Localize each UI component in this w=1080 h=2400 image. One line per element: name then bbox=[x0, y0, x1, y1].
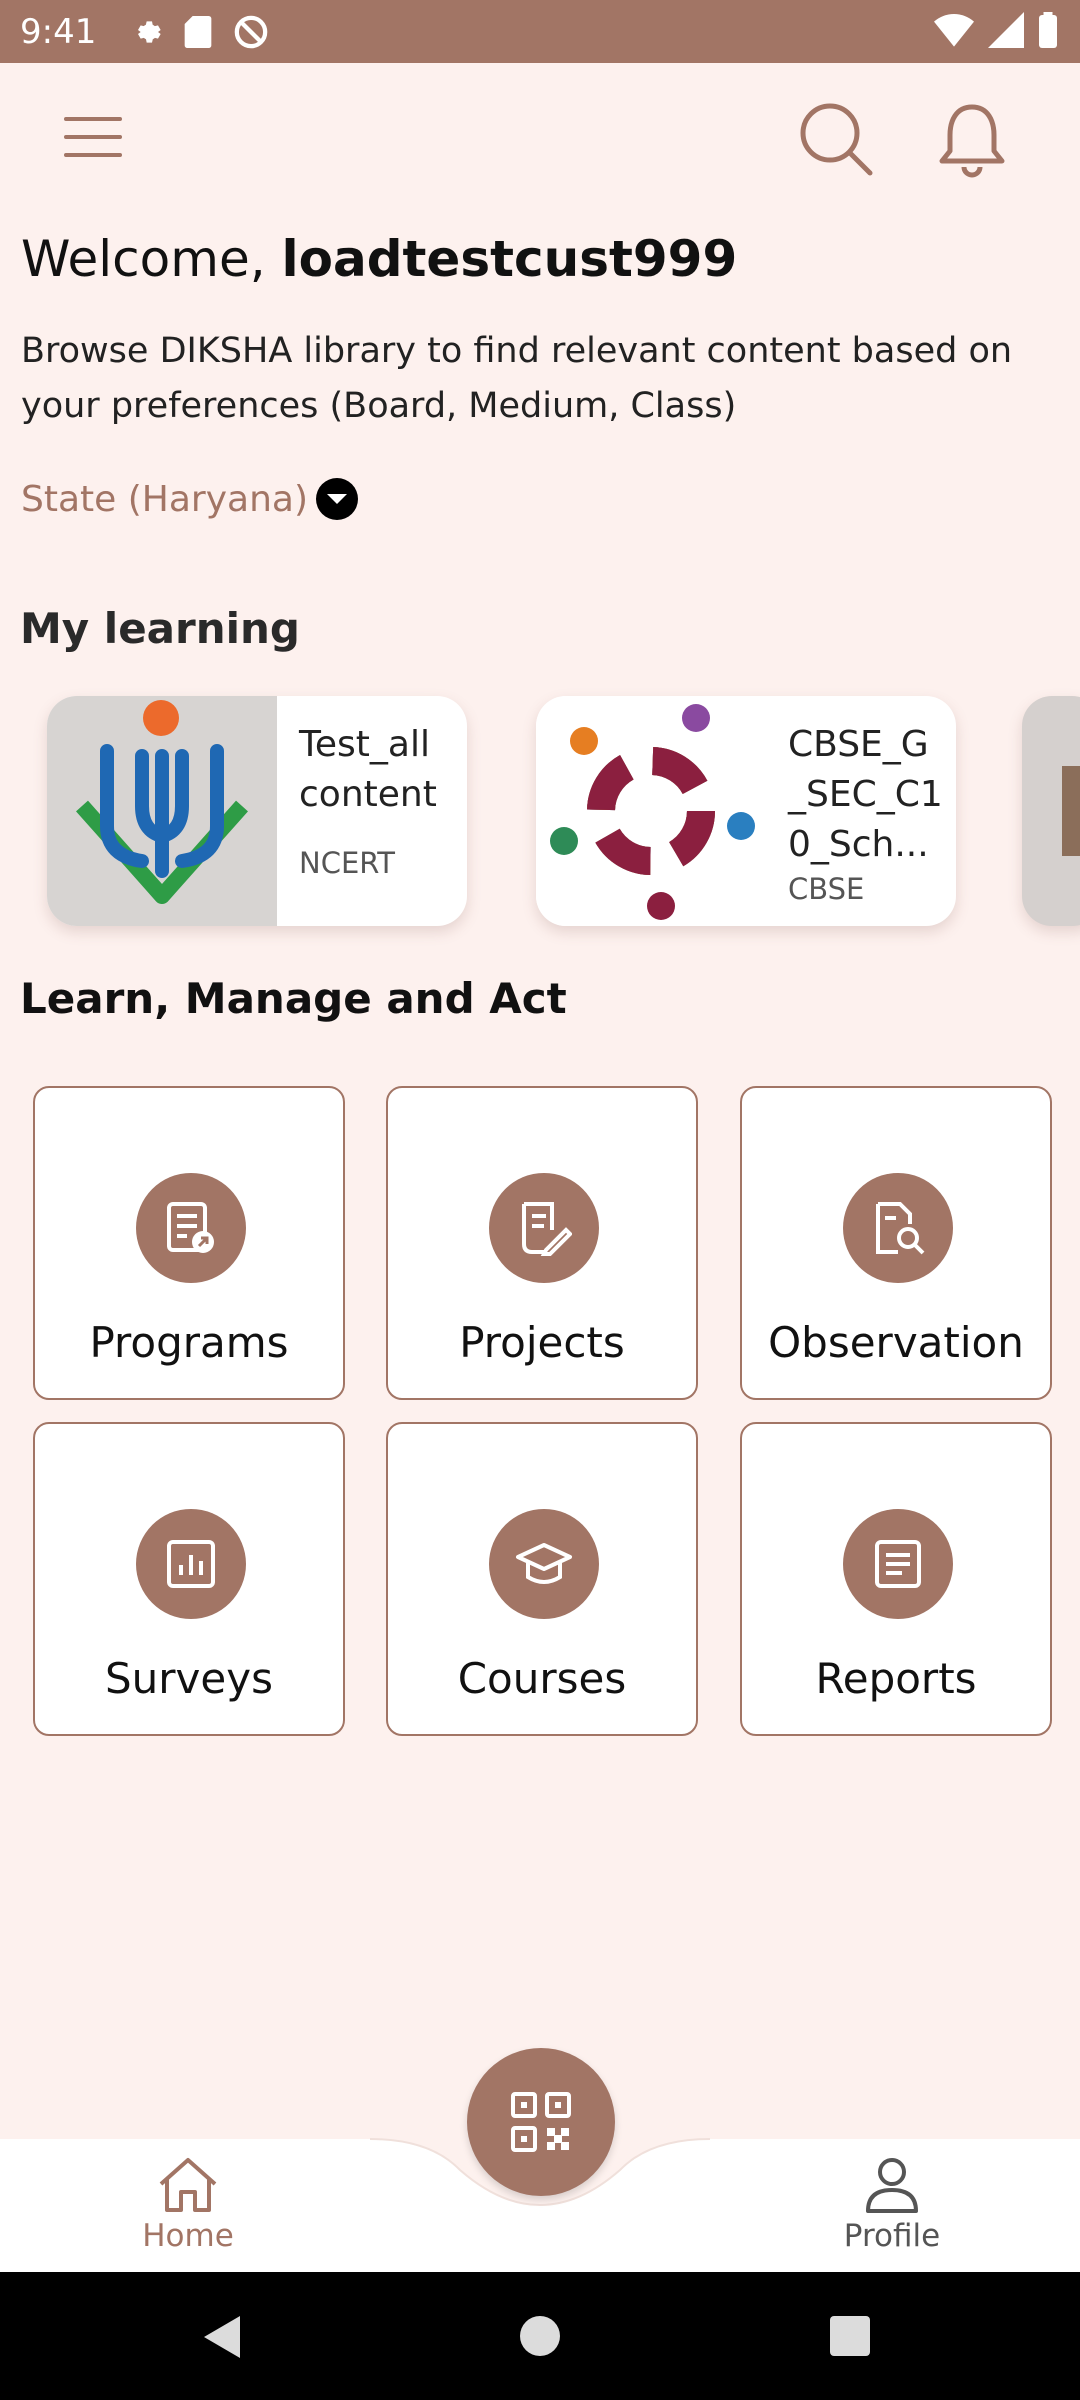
tile-reports[interactable]: Reports bbox=[740, 1422, 1052, 1736]
board-selector-label: State (Haryana) bbox=[21, 478, 308, 520]
home-icon bbox=[159, 2158, 217, 2212]
search-icon[interactable] bbox=[798, 101, 874, 177]
tile-label: Surveys bbox=[105, 1654, 273, 1703]
learning-card[interactable]: Test_all content NCERT bbox=[47, 696, 467, 926]
profile-icon bbox=[866, 2158, 918, 2213]
tile-surveys[interactable]: Surveys bbox=[33, 1422, 345, 1736]
tile-observation[interactable]: Observation bbox=[740, 1086, 1052, 1400]
tile-label: Observation bbox=[768, 1318, 1024, 1367]
welcome-description: Browse DIKSHA library to find relevant c… bbox=[21, 331, 1013, 426]
status-time: 9:41 bbox=[20, 11, 97, 52]
settings-icon bbox=[138, 20, 162, 43]
nav-home-label: Home bbox=[142, 2218, 234, 2254]
board-selector[interactable]: State (Haryana) bbox=[21, 478, 358, 520]
chevron-down-icon bbox=[316, 478, 358, 520]
tile-courses[interactable]: Courses bbox=[386, 1422, 698, 1736]
menu-button[interactable] bbox=[58, 111, 130, 171]
status-bar: 9:41 bbox=[0, 0, 1080, 63]
app-bar bbox=[0, 63, 1080, 213]
nav-profile-label: Profile bbox=[843, 2218, 941, 2254]
tile-label: Projects bbox=[459, 1318, 625, 1367]
diksha-logo bbox=[47, 696, 277, 926]
system-home-icon[interactable] bbox=[520, 2316, 560, 2356]
observation-icon bbox=[843, 1173, 953, 1283]
surveys-icon bbox=[136, 1509, 246, 1619]
learning-card-partial[interactable] bbox=[1022, 696, 1080, 926]
learning-card-title: Test_all content bbox=[299, 724, 437, 815]
tile-programs[interactable]: Programs bbox=[33, 1086, 345, 1400]
back-icon[interactable] bbox=[202, 2314, 242, 2360]
learning-card-subtitle: CBSE bbox=[788, 872, 865, 906]
card-thumbnail bbox=[1062, 766, 1080, 856]
notification-bell-icon[interactable] bbox=[932, 99, 1012, 179]
system-navigation-bar bbox=[0, 2272, 1080, 2400]
nav-profile[interactable]: Profile bbox=[832, 2139, 952, 2272]
learning-card-title: CBSE_G _SEC_C1 0_Sch... bbox=[788, 724, 943, 865]
recent-apps-icon[interactable] bbox=[830, 2316, 870, 2356]
courses-icon bbox=[489, 1509, 599, 1619]
tile-label: Programs bbox=[89, 1318, 289, 1367]
cbse-people-circle-logo bbox=[536, 696, 766, 926]
programs-icon bbox=[136, 1173, 246, 1283]
tile-label: Reports bbox=[815, 1654, 977, 1703]
nav-home[interactable]: Home bbox=[138, 2139, 238, 2272]
welcome-prefix: Welcome, bbox=[21, 230, 282, 288]
tile-projects[interactable]: Projects bbox=[386, 1086, 698, 1400]
welcome-heading: Welcome, loadtestcust999 bbox=[21, 230, 737, 288]
reports-icon bbox=[843, 1509, 953, 1619]
signal-icon bbox=[988, 12, 1024, 48]
learn-manage-act-title: Learn, Manage and Act bbox=[20, 974, 567, 1023]
qr-scan-button[interactable] bbox=[467, 2048, 615, 2196]
projects-icon bbox=[489, 1173, 599, 1283]
qr-code-icon bbox=[511, 2092, 571, 2152]
wifi-icon bbox=[934, 14, 974, 47]
learning-card-subtitle: NCERT bbox=[299, 846, 396, 880]
tile-label: Courses bbox=[457, 1654, 627, 1703]
learning-card[interactable]: CBSE_G _SEC_C1 0_Sch... CBSE bbox=[536, 696, 956, 926]
sd-card-icon bbox=[185, 15, 212, 48]
username: loadtestcust999 bbox=[281, 230, 738, 288]
battery-icon bbox=[1039, 12, 1057, 48]
my-learning-title: My learning bbox=[20, 604, 300, 653]
do-not-disturb-icon bbox=[235, 15, 268, 48]
